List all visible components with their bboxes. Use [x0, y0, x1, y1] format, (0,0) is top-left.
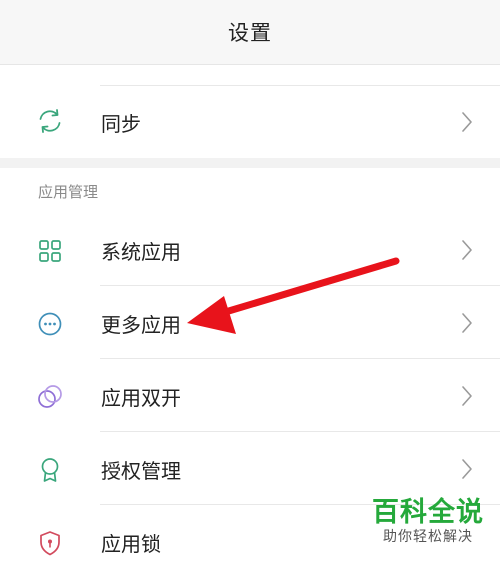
list-item-label: 授权管理 [101, 459, 181, 483]
watermark: 百科全说 助你轻松解决 [372, 498, 484, 546]
divider [100, 358, 500, 359]
more-dots-icon [38, 312, 62, 336]
sync-label: 同步 [101, 112, 141, 136]
list-item-dual-apps[interactable]: 应用双开 [0, 360, 500, 432]
list-item-label: 应用锁 [101, 532, 161, 556]
list-item-label: 应用双开 [101, 386, 181, 410]
divider [100, 431, 500, 432]
list-item-permissions[interactable]: 授权管理 [0, 433, 500, 505]
section-header: 应用管理 [0, 168, 500, 214]
dual-circles-icon [38, 385, 62, 408]
chevron-right-icon [462, 386, 472, 406]
chevron-right-icon [462, 313, 472, 333]
chevron-right-icon [462, 459, 472, 479]
title-bar: 设置 [0, 0, 500, 65]
list-item-system-apps[interactable]: 系统应用 [0, 214, 500, 286]
chevron-right-icon [462, 112, 472, 132]
sync-row[interactable]: 同步 [0, 65, 500, 158]
divider [100, 285, 500, 286]
page-title: 设置 [228, 21, 272, 45]
badge-icon [41, 458, 59, 482]
sync-icon [39, 109, 61, 133]
list-item-label: 系统应用 [101, 240, 181, 264]
list-item-more-apps[interactable]: 更多应用 [0, 287, 500, 359]
section-gap [0, 158, 500, 168]
list-item-label: 更多应用 [101, 313, 181, 337]
watermark-slogan: 助你轻松解决 [383, 529, 473, 545]
watermark-brand: 百科全说 [372, 497, 484, 528]
divider [100, 85, 500, 86]
grid-apps-icon [39, 240, 61, 262]
shield-lock-icon [40, 531, 60, 556]
chevron-right-icon [462, 240, 472, 260]
section-label: 应用管理 [38, 183, 99, 201]
